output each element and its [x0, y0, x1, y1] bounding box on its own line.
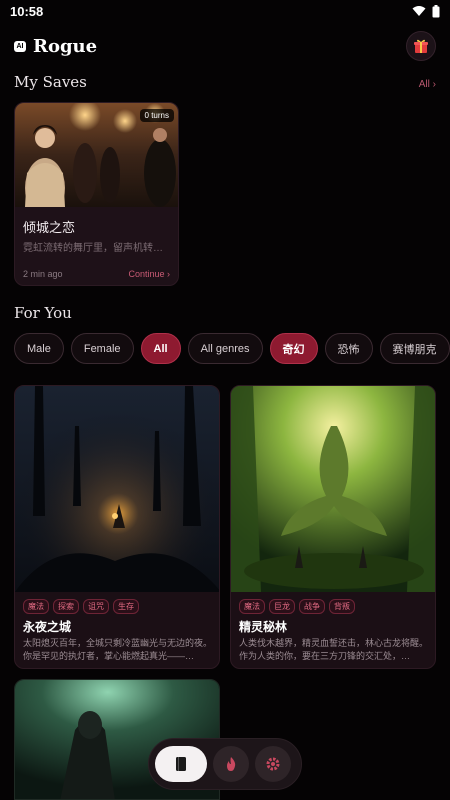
story-card[interactable]: 魔法 巨龙 战争 背叛 精灵秘林 人类伐木越界，精灵血誓还击，林心古龙将醒。作为… [230, 385, 436, 669]
tag: 魔法 [23, 599, 49, 614]
book-icon [176, 757, 186, 771]
nav-library-button[interactable] [155, 746, 207, 782]
status-time: 10:58 [10, 3, 44, 19]
chip-male[interactable]: Male [14, 333, 64, 364]
tag: 生存 [113, 599, 139, 614]
chip-all-genres[interactable]: All genres [187, 333, 263, 364]
nav-settings-button[interactable] [255, 746, 291, 782]
tag: 探索 [53, 599, 79, 614]
save-title: 倾城之恋 [23, 220, 76, 235]
save-cover-image: 0 turns [15, 103, 178, 207]
filter-chips: Male Female All All genres 奇幻 恐怖 赛博朋克 [14, 333, 450, 365]
bottom-nav [148, 738, 302, 790]
story-title: 永夜之城 [23, 620, 72, 634]
wifi-icon [412, 6, 426, 16]
save-timestamp: 2 min ago [23, 269, 63, 279]
my-saves-title: My Saves [14, 73, 87, 91]
story-card[interactable]: 魔法 探索 诅咒 生存 永夜之城 太阳熄灭百年，全城只剩冷蓝幽光与无边的夜。你是… [14, 385, 220, 669]
app-title: Rogue [33, 35, 98, 57]
gear-icon [266, 757, 280, 771]
system-icons [412, 4, 440, 18]
tag: 背叛 [329, 599, 355, 614]
gift-button[interactable] [406, 31, 436, 61]
chip-all[interactable]: All [140, 333, 181, 364]
story-description: 人类伐木越界，精灵血誓还击，林心古龙将醒。作为人类的你，要在三方刀锋的交汇处，… [239, 638, 429, 661]
gift-icon [414, 39, 428, 53]
tag: 战争 [299, 599, 325, 614]
chip-female[interactable]: Female [70, 333, 134, 364]
continue-link[interactable]: Continue › [128, 269, 170, 279]
tag: 巨龙 [269, 599, 295, 614]
save-card[interactable]: 0 turns 倾城之恋 霓虹流转的舞厅里，留声机转… 2 min ago Co… [14, 102, 179, 286]
battery-icon [432, 4, 440, 17]
story-title: 精灵秘林 [239, 620, 288, 634]
story-cover-image [231, 386, 435, 592]
turns-badge: 0 turns [139, 109, 174, 122]
tag: 魔法 [239, 599, 265, 614]
chip-cyberpunk[interactable]: 赛博朋克 [379, 333, 450, 364]
brand: AI Rogue [14, 36, 97, 57]
status-bar: 10:58 [0, 0, 450, 22]
app-header: AI Rogue [0, 30, 450, 62]
story-description: 太阳熄灭百年，全城只剩冷蓝幽光与无边的夜。你是罕见的执灯者，掌心能燃起真光——… [23, 638, 213, 661]
save-description: 霓虹流转的舞厅里，留声机转… [23, 243, 163, 254]
nav-trending-button[interactable] [213, 746, 249, 782]
flame-icon [227, 757, 236, 771]
story-tags: 魔法 巨龙 战争 背叛 [239, 599, 355, 614]
chip-fantasy[interactable]: 奇幻 [269, 333, 318, 364]
saves-all-link[interactable]: All › [419, 79, 436, 90]
ai-badge: AI [14, 40, 26, 52]
story-tags: 魔法 探索 诅咒 生存 [23, 599, 139, 614]
chip-horror[interactable]: 恐怖 [324, 333, 373, 364]
for-you-title: For You [14, 304, 72, 322]
story-cover-image [15, 386, 219, 592]
tag: 诅咒 [83, 599, 109, 614]
